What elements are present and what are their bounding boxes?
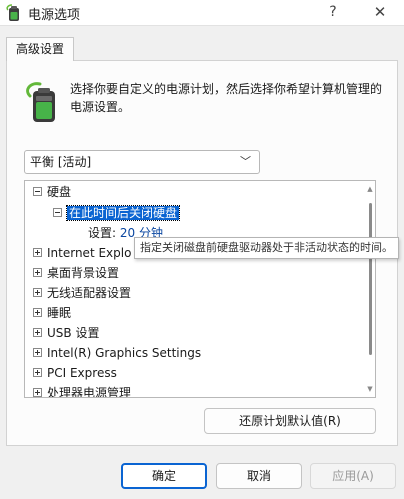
tree-item-usb-settings[interactable]: USB 设置 <box>33 323 99 343</box>
power-plan-value: 平衡 [活动] <box>30 155 92 169</box>
tree-item-label: 在此时间后关闭硬盘 <box>65 205 181 221</box>
scroll-up-arrow-icon[interactable]: ▲ <box>366 185 374 193</box>
tree-item-label: 处理器电源管理 <box>47 386 132 398</box>
ok-button[interactable]: 确定 <box>121 463 207 489</box>
title-bar: 电源选项 ? ✕ <box>0 0 404 26</box>
tree-item-processor-power[interactable]: 处理器电源管理 <box>33 383 132 398</box>
tree-item-label: 睡眠 <box>47 306 72 320</box>
expand-icon[interactable] <box>33 388 42 397</box>
cancel-button[interactable]: 取消 <box>216 463 302 489</box>
collapse-icon[interactable] <box>53 208 62 217</box>
restore-defaults-button[interactable]: 还原计划默认值(R) <box>204 408 376 434</box>
window-title: 电源选项 <box>28 8 81 23</box>
help-button[interactable]: ? <box>318 1 348 24</box>
expand-icon[interactable] <box>33 248 42 257</box>
tree-item-label: Intel(R) Graphics Settings <box>47 346 202 360</box>
power-plan-dropdown[interactable]: 平衡 [活动] ﹀ <box>24 150 260 174</box>
close-button[interactable]: ✕ <box>364 1 396 24</box>
plan-description: 选择你要自定义的电源计划，然后选择你希望计算机管理的电源设置。 <box>70 82 383 114</box>
apply-button[interactable]: 应用(A) <box>310 463 396 489</box>
expand-icon[interactable] <box>33 328 42 337</box>
tree-item-internet-explorer[interactable]: Internet Explo <box>33 243 131 263</box>
expand-icon[interactable] <box>33 348 42 357</box>
tree-scrollbar[interactable]: ▲ ▼ <box>365 181 375 397</box>
settings-tree[interactable]: 硬盘 在此时间后关闭硬盘 设置: 20 分钟 Internet Explo 桌面… <box>24 180 376 398</box>
tree-item-label: 硬盘 <box>47 185 72 199</box>
tab-advanced-settings[interactable]: 高级设置 <box>6 37 74 61</box>
tree-item-sleep[interactable]: 睡眠 <box>33 303 71 323</box>
tree-item-label: Internet Explo <box>47 246 132 260</box>
expand-icon[interactable] <box>33 268 42 277</box>
tree-item-hard-disk[interactable]: 硬盘 <box>33 182 71 202</box>
tree-item-label: 桌面背景设置 <box>47 266 120 280</box>
expand-icon[interactable] <box>33 368 42 377</box>
scrollbar-thumb[interactable] <box>369 203 372 355</box>
battery-icon <box>26 82 55 122</box>
expand-icon[interactable] <box>33 288 42 297</box>
power-options-icon <box>6 4 19 21</box>
tree-item-label: PCI Express <box>47 366 117 380</box>
chevron-down-icon: ﹀ <box>240 155 251 168</box>
scroll-down-arrow-icon[interactable]: ▼ <box>366 385 374 393</box>
tree-item-intel-graphics[interactable]: Intel(R) Graphics Settings <box>33 343 201 363</box>
collapse-icon[interactable] <box>33 187 42 196</box>
expand-icon[interactable] <box>33 308 42 317</box>
setting-label: 设置: <box>88 226 117 240</box>
tree-item-pci-express[interactable]: PCI Express <box>33 363 117 383</box>
tree-item-label: 无线适配器设置 <box>47 286 132 300</box>
tree-item-wireless-adapter[interactable]: 无线适配器设置 <box>33 283 131 303</box>
tree-item-desktop-background[interactable]: 桌面背景设置 <box>33 263 119 283</box>
tree-item-label: USB 设置 <box>47 326 100 340</box>
tree-item-turn-off-disk-after[interactable]: 在此时间后关闭硬盘 <box>53 203 181 223</box>
setting-tooltip: 指定关闭磁盘前硬盘驱动器处于非活动状态的时间。 <box>134 237 399 259</box>
